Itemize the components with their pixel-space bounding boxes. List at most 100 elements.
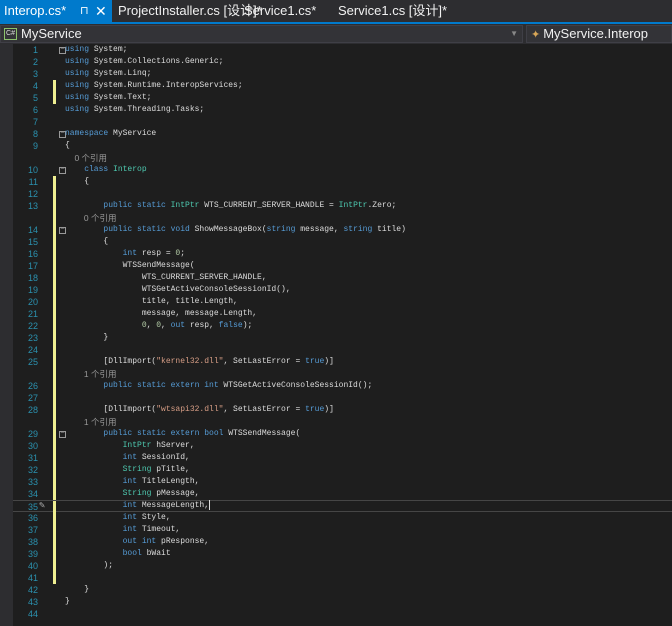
change-marker — [53, 524, 56, 536]
code-line[interactable]: 6 using System.Threading.Tasks; — [13, 104, 672, 116]
code-token: class — [65, 165, 114, 174]
codelens-references[interactable]: 1 个引用 — [65, 417, 117, 427]
code-line[interactable]: 27 — [13, 392, 672, 404]
code-line[interactable]: 36 int Style, — [13, 512, 672, 524]
code-line[interactable]: 0 个引用 — [13, 212, 672, 224]
code-text: using System.Runtime.InteropServices; — [65, 80, 243, 92]
code-line[interactable]: 14− public static void ShowMessageBox(st… — [13, 224, 672, 236]
project-dropdown[interactable]: C# MyService ▼ — [0, 25, 523, 43]
change-marker — [53, 440, 56, 452]
current-line[interactable]: 35 ✎ int MessageLength, — [13, 500, 672, 513]
code-line[interactable]: 19 WTSGetActiveConsoleSessionId(), — [13, 284, 672, 296]
code-token: TitleLength, — [137, 477, 200, 486]
code-line[interactable]: 40 ); — [13, 560, 672, 572]
code-line[interactable]: 5 using System.Text; — [13, 92, 672, 104]
code-token: )] — [324, 357, 334, 366]
code-line[interactable]: 33 int TitleLength, — [13, 476, 672, 488]
code-token: using — [65, 69, 90, 78]
change-marker — [53, 548, 56, 560]
code-line[interactable]: 16 int resp = 0; — [13, 248, 672, 260]
codelens-references[interactable]: 1 个引用 — [65, 369, 117, 379]
code-token: [DllImport( — [65, 357, 157, 366]
type-dropdown[interactable]: ✦ MyService.Interop — [526, 25, 672, 43]
code-line[interactable]: 3 using System.Linq; — [13, 68, 672, 80]
code-line[interactable]: 43} — [13, 596, 672, 608]
line-number: 36 — [27, 513, 38, 523]
code-line[interactable]: 2 using System.Collections.Generic; — [13, 56, 672, 68]
code-line[interactable]: 25 [DllImport("kernel32.dll", SetLastErr… — [13, 356, 672, 368]
code-token: int — [65, 453, 138, 462]
line-number: 20 — [27, 297, 38, 307]
code-line[interactable]: 24 — [13, 344, 672, 356]
code-line[interactable]: 26 public static extern int WTSGetActive… — [13, 380, 672, 392]
code-text: using System.Linq; — [65, 68, 151, 80]
code-token: "kernel32.dll" — [156, 357, 224, 366]
code-line[interactable]: 20 title, title.Length, — [13, 296, 672, 308]
line-number: 5 — [32, 93, 38, 103]
code-line[interactable]: 7 — [13, 116, 672, 128]
code-line[interactable]: 18 WTS_CURRENT_SERVER_HANDLE, — [13, 272, 672, 284]
close-icon[interactable]: ✕ — [95, 0, 107, 22]
code-line[interactable]: 23 } — [13, 332, 672, 344]
line-number: 9 — [32, 141, 38, 151]
code-text: public static IntPtr WTS_CURRENT_SERVER_… — [65, 200, 396, 212]
line-number: 13 — [27, 201, 38, 211]
code-text: { — [65, 236, 108, 248]
code-line[interactable]: 13 public static IntPtr WTS_CURRENT_SERV… — [13, 200, 672, 212]
code-line[interactable]: 1 个引用 — [13, 368, 672, 380]
tab-label: Service1.cs [设计]* — [338, 3, 448, 18]
code-token: System.Text; — [89, 93, 152, 102]
code-line[interactable]: 15 { — [13, 236, 672, 248]
change-marker — [53, 464, 56, 476]
code-token: public static extern int — [65, 381, 219, 390]
code-token: System.Linq; — [89, 69, 152, 78]
pin-icon[interactable]: ⊓ — [80, 0, 89, 22]
tab-interop-cs[interactable]: Interop.cs* ⊓ ✕ — [0, 0, 112, 22]
change-marker — [53, 176, 56, 188]
code-line[interactable]: 42 } — [13, 584, 672, 596]
code-line[interactable]: 28 [DllImport("wtsapi32.dll", SetLastErr… — [13, 404, 672, 416]
code-line[interactable]: 30 IntPtr hServer, — [13, 440, 672, 452]
code-token: hServer, — [151, 441, 195, 450]
code-line[interactable]: 44 — [13, 608, 672, 620]
code-line[interactable]: 39 bool bWait — [13, 548, 672, 560]
code-line[interactable]: 4 using System.Runtime.InteropServices; — [13, 80, 672, 92]
code-line[interactable]: 9{ — [13, 140, 672, 152]
code-token: pTitle, — [151, 465, 190, 474]
code-line[interactable]: 38 out int pResponse, — [13, 536, 672, 548]
code-line[interactable]: 10− class Interop — [13, 164, 672, 176]
code-line[interactable]: 41 — [13, 572, 672, 584]
code-text: int TitleLength, — [65, 476, 200, 488]
code-line[interactable]: 17 WTSSendMessage( — [13, 260, 672, 272]
code-line[interactable]: 34 String pMessage, — [13, 488, 672, 500]
code-editor[interactable]: 1− using System; 2 using System.Collections… — [13, 44, 672, 620]
project-name: MyService — [21, 26, 82, 41]
code-line[interactable]: 37 int Timeout, — [13, 524, 672, 536]
code-line[interactable]: 22 0, 0, out resp, false); — [13, 320, 672, 332]
code-text: } — [65, 584, 89, 596]
code-line[interactable]: 0 个引用 — [13, 152, 672, 164]
code-line[interactable]: 21 message, message.Length, — [13, 308, 672, 320]
line-number: 32 — [27, 465, 38, 475]
code-line[interactable]: 11 { — [13, 176, 672, 188]
code-text: out int pResponse, — [65, 536, 209, 548]
line-number: 19 — [27, 285, 38, 295]
code-line[interactable]: 1− using System; — [13, 44, 672, 56]
code-token: ShowMessageBox( — [189, 225, 267, 234]
change-marker — [53, 344, 56, 356]
code-line[interactable]: 29− public static extern bool WTSSendMes… — [13, 428, 672, 440]
tab-service1-cs[interactable]: Service1.cs* — [240, 0, 316, 22]
code-line[interactable]: 32 String pTitle, — [13, 464, 672, 476]
tab-service1-design[interactable]: Service1.cs [设计]* — [334, 0, 447, 22]
code-text: int MessageLength, — [65, 500, 211, 512]
codelens-references[interactable]: 0 个引用 — [65, 213, 117, 223]
code-token: [DllImport( — [65, 405, 157, 414]
code-line[interactable]: 12 — [13, 188, 672, 200]
codelens-references[interactable]: 0 个引用 — [65, 153, 107, 163]
code-line[interactable]: 31 int SessionId, — [13, 452, 672, 464]
code-line[interactable]: 8− namespace MyService — [13, 128, 672, 140]
change-marker — [53, 332, 56, 344]
chevron-down-icon: ▼ — [510, 29, 518, 38]
code-line[interactable]: 1 个引用 — [13, 416, 672, 428]
change-marker — [53, 320, 56, 332]
